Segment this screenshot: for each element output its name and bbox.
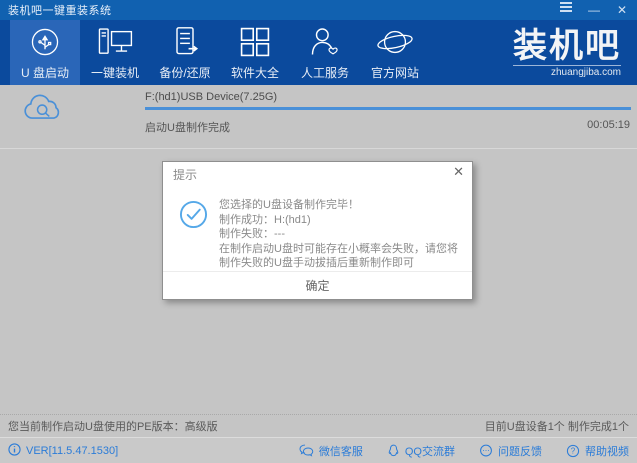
help-video-link[interactable]: ? 帮助视频 xyxy=(566,443,629,459)
footer-bar: VER[11.5.47.1530] 微信客服 QQ交流群 问题反馈 ? 帮助视频 xyxy=(0,437,637,463)
progress-bar xyxy=(145,107,631,110)
brand-logo-domain: zhuangjiba.com xyxy=(513,64,621,78)
dialog-footer: 确定 xyxy=(163,271,472,299)
nav-item-usb-boot[interactable]: U 盘启动 xyxy=(10,20,80,85)
nav-item-official-website[interactable]: 官方网站 xyxy=(360,20,430,85)
backup-restore-icon xyxy=(169,25,201,59)
dialog-line: 制作失败：--- xyxy=(219,228,285,240)
person-service-icon xyxy=(307,25,343,59)
pe-version-text: 您当前制作启动U盘使用的PE版本：高级版 xyxy=(8,421,218,433)
qq-group-link[interactable]: QQ交流群 xyxy=(387,443,455,459)
dialog-close-icon[interactable]: ✕ xyxy=(453,164,464,180)
nav-item-label: 人工服务 xyxy=(300,65,349,80)
close-button[interactable]: ✕ xyxy=(615,0,629,20)
nav-item-backup-restore[interactable]: 备份/还原 xyxy=(150,20,220,85)
device-count-text: 目前U盘设备1个 制作完成1个 xyxy=(484,421,629,433)
globe-icon xyxy=(375,25,415,59)
titlebar: 装机吧一键重装系统 — ✕ xyxy=(0,0,637,20)
menu-icon[interactable] xyxy=(559,0,573,20)
brand-logo: 装机吧 zhuangjiba.com xyxy=(513,28,621,78)
dialog-line: 在制作启动U盘时可能存在小概率会失败，请您将制作失败的U盘手动拔插后重新制作即可 xyxy=(219,242,458,270)
dialog-line: 制作成功：H:(hd1) xyxy=(219,213,311,226)
usb-device-label: F:(hd1)USB Device(7.25G) xyxy=(145,91,278,103)
progress-bar-fill xyxy=(145,107,631,110)
feedback-link[interactable]: 问题反馈 xyxy=(479,443,542,459)
task-status-text: 启动U盘制作完成 xyxy=(145,122,230,134)
minimize-button[interactable]: — xyxy=(587,0,601,20)
footer-links: 微信客服 QQ交流群 问题反馈 ? 帮助视频 xyxy=(299,443,629,459)
wechat-icon xyxy=(299,444,314,457)
svg-text:?: ? xyxy=(571,446,576,455)
footer-link-label: QQ交流群 xyxy=(404,445,455,458)
content-divider xyxy=(0,148,637,149)
feedback-icon xyxy=(479,444,493,458)
nav-item-label: 软件大全 xyxy=(230,65,279,80)
nav-item-label: 官方网站 xyxy=(370,65,419,80)
qq-icon xyxy=(387,444,400,458)
prompt-dialog: 提示 ✕ 您选择的U盘设备制作完毕！ 制作成功：H:(hd1) 制作失败：---… xyxy=(162,161,473,300)
nav-item-label: 一键装机 xyxy=(90,65,139,80)
footer-link-label: 帮助视频 xyxy=(585,445,629,458)
nav-item-manual-service[interactable]: 人工服务 xyxy=(290,20,360,85)
nav-item-label: U 盘启动 xyxy=(20,65,69,80)
window-controls: — ✕ xyxy=(559,0,629,20)
app-window: 装机吧一键重装系统 — ✕ U 盘启动 一键装机 备份/还原 软件大全 人工服务… xyxy=(0,0,637,463)
apps-grid-icon xyxy=(238,25,272,59)
version-info[interactable]: VER[11.5.47.1530] xyxy=(8,442,119,459)
dialog-line: 您选择的U盘设备制作完毕！ xyxy=(219,199,359,211)
dialog-message: 您选择的U盘设备制作完毕！ 制作成功：H:(hd1) 制作失败：--- 在制作启… xyxy=(219,198,465,271)
footer-link-label: 微信客服 xyxy=(318,445,363,458)
check-circle-icon xyxy=(179,200,208,234)
status-row: 您当前制作启动U盘使用的PE版本：高级版 目前U盘设备1个 制作完成1个 xyxy=(0,414,637,437)
nav-bar: U 盘启动 一键装机 备份/还原 软件大全 人工服务 官方网站 装机吧 zhua… xyxy=(0,20,637,85)
content-area: F:(hd1)USB Device(7.25G) 启动U盘制作完成 00:05:… xyxy=(0,85,637,437)
help-icon: ? xyxy=(566,444,580,458)
footer-link-label: 问题反馈 xyxy=(498,445,542,458)
nav-item-one-click-install[interactable]: 一键装机 xyxy=(80,20,150,85)
nav-item-software-collection[interactable]: 软件大全 xyxy=(220,20,290,85)
wechat-service-link[interactable]: 微信客服 xyxy=(299,443,363,459)
cloud-icon xyxy=(22,92,64,129)
window-title: 装机吧一键重装系统 xyxy=(8,5,112,17)
ok-button[interactable]: 确定 xyxy=(163,272,472,299)
version-text: VER[11.5.47.1530] xyxy=(26,444,119,457)
info-icon xyxy=(8,442,21,459)
nav-item-label: 备份/还原 xyxy=(159,65,211,80)
brand-logo-text: 装机吧 xyxy=(513,26,621,65)
computer-icon xyxy=(96,25,134,59)
elapsed-time: 00:05:19 xyxy=(587,119,630,131)
dialog-title: 提示 xyxy=(173,168,198,182)
usb-icon xyxy=(27,25,63,59)
